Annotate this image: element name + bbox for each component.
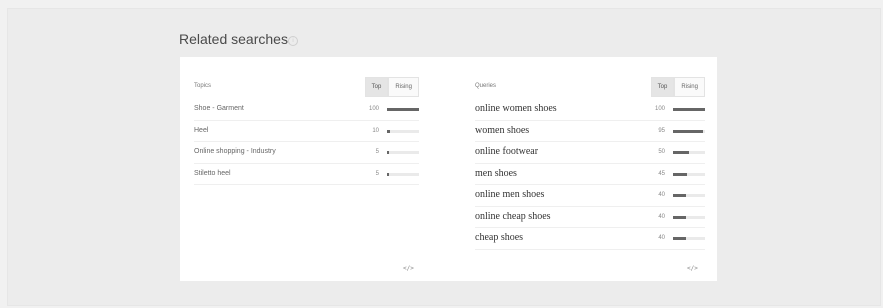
row-value: 95 (658, 127, 665, 134)
row-label: online cheap shoes (475, 210, 551, 222)
queries-toggle: Top Rising (650, 77, 705, 97)
row-label: Shoe - Garment (194, 105, 244, 112)
topics-row[interactable]: Online shopping - Industry 5 (194, 142, 419, 164)
row-bar (387, 129, 419, 133)
queries-row[interactable]: online men shoes 40 (475, 185, 705, 207)
row-bar-fill (387, 108, 419, 111)
queries-row[interactable]: online women shoes 100 (475, 99, 705, 121)
row-label: men shoes (475, 167, 517, 179)
row-bar (673, 194, 705, 197)
row-bar-fill (387, 151, 389, 154)
topics-row[interactable]: Shoe - Garment 100 (194, 99, 419, 121)
row-bar (673, 108, 705, 111)
topics-list: Shoe - Garment 100 Heel 10 Online shoppi… (194, 99, 419, 185)
topics-header: Topics Top Rising (194, 77, 419, 97)
row-bar-fill (673, 194, 686, 197)
row-bar-fill (387, 129, 391, 133)
queries-tab-rising[interactable]: Rising (674, 77, 705, 97)
row-label: women shoes (475, 124, 530, 136)
queries-row[interactable]: men shoes 45 (475, 164, 705, 185)
topics-tab-rising[interactable]: Rising (388, 77, 419, 97)
row-value: 45 (658, 170, 665, 177)
row-bar-fill (387, 172, 389, 176)
row-value: 50 (658, 149, 665, 155)
section-title: Related searches (179, 31, 288, 47)
topics-row[interactable]: Stiletto heel 5 (194, 164, 419, 185)
related-card: Topics Top Rising Shoe - Garment 100 Hee… (180, 57, 717, 281)
row-bar (673, 172, 705, 176)
row-bar-fill (673, 129, 704, 133)
help-icon[interactable]: i (288, 36, 298, 46)
topics-toggle: Top Rising (364, 77, 419, 97)
queries-list: online women shoes 100 women shoes 95 on… (475, 99, 705, 250)
row-label: cheap shoes (475, 232, 524, 243)
row-label: Heel (194, 126, 209, 134)
topics-row[interactable]: Heel 10 (194, 121, 419, 142)
row-value: 10 (372, 127, 379, 134)
topics-tab-top[interactable]: Top (364, 77, 389, 97)
row-value: 5 (375, 149, 379, 155)
row-label: online footwear (475, 146, 539, 157)
embed-code-icon[interactable]: </> (403, 265, 414, 272)
queries-panel: Queries Top Rising online women shoes 10… (475, 57, 705, 281)
row-bar-fill (673, 215, 686, 219)
row-value: 5 (375, 170, 379, 177)
row-bar (673, 215, 705, 219)
queries-header: Queries Top Rising (475, 77, 705, 97)
row-bar-fill (673, 151, 689, 154)
row-bar-fill (673, 108, 705, 111)
row-value: 100 (654, 106, 665, 112)
row-value: 40 (658, 213, 665, 220)
row-label: Stiletto heel (194, 169, 231, 177)
row-value: 40 (658, 192, 665, 198)
row-bar (387, 108, 419, 111)
row-label: online women shoes (475, 103, 557, 114)
queries-row[interactable]: cheap shoes 40 (475, 228, 705, 250)
embed-code-icon[interactable]: </> (687, 265, 698, 272)
topics-panel: Topics Top Rising Shoe - Garment 100 Hee… (194, 57, 419, 281)
row-value: 100 (368, 106, 379, 112)
row-bar (673, 237, 705, 240)
row-bar (673, 129, 705, 133)
row-bar-fill (673, 172, 688, 176)
row-bar (387, 151, 419, 154)
row-bar (387, 172, 419, 176)
topics-label: Topics (194, 83, 212, 89)
queries-row[interactable]: online cheap shoes 40 (475, 207, 705, 228)
queries-row[interactable]: women shoes 95 (475, 121, 705, 142)
queries-label: Queries (475, 83, 497, 89)
row-bar (673, 151, 705, 154)
row-value: 40 (658, 235, 665, 241)
queries-row[interactable]: online footwear 50 (475, 142, 705, 164)
row-label: online men shoes (475, 189, 545, 200)
row-bar-fill (673, 237, 686, 240)
row-label: Online shopping - Industry (194, 148, 276, 155)
queries-tab-top[interactable]: Top (650, 77, 675, 97)
